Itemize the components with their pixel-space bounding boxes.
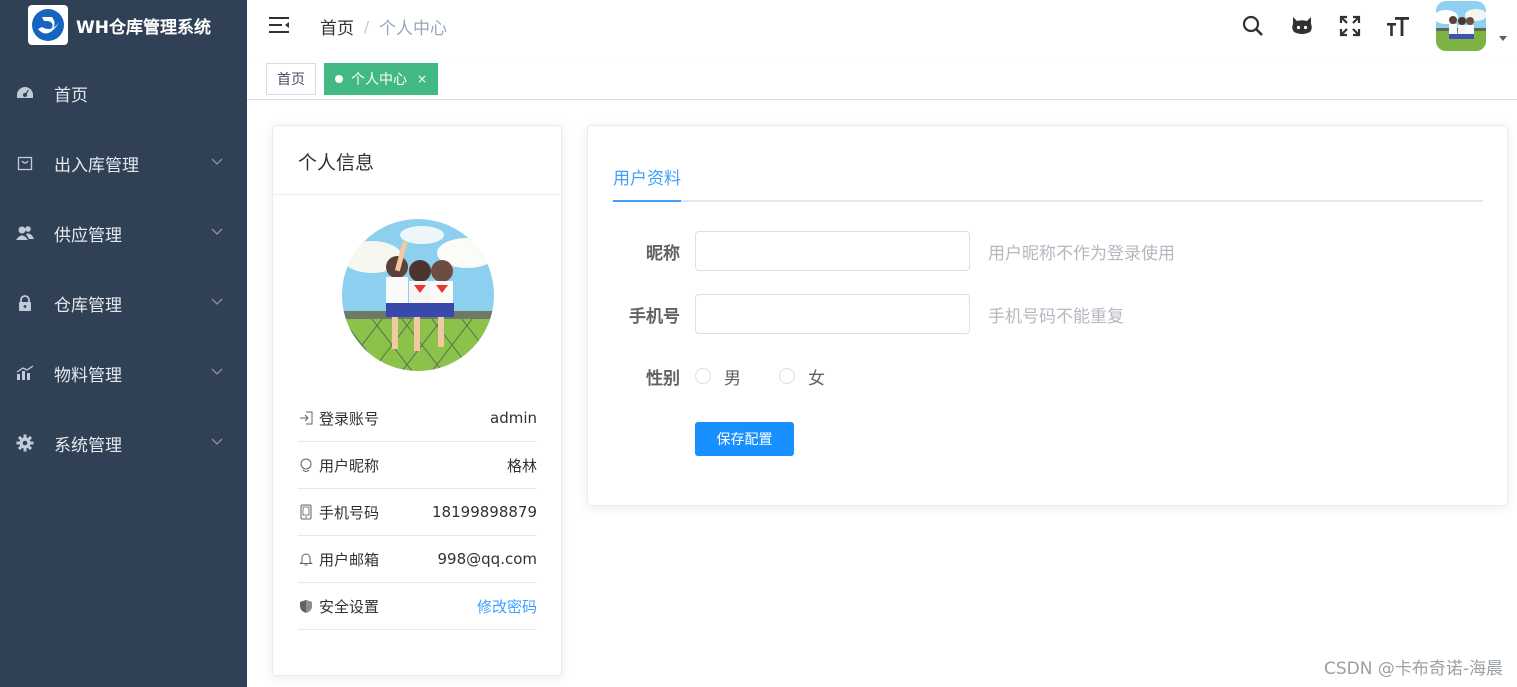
phone-icon: [298, 504, 314, 520]
chevron-down-icon: [211, 224, 223, 240]
gender-radio-female[interactable]: 女: [779, 364, 825, 389]
tag-label: 个人中心: [351, 72, 407, 88]
lock-icon: [16, 294, 34, 312]
logo[interactable]: WH仓库管理系统: [0, 0, 247, 50]
gender-label: 性别: [646, 368, 680, 389]
peoples-icon: [16, 224, 34, 242]
hamburger-icon[interactable]: [267, 13, 291, 37]
nickname-value: 格林: [506, 456, 537, 475]
chart-icon: [16, 364, 34, 382]
list-item: 用户邮箱 998@qq.com: [298, 536, 537, 583]
tag-home[interactable]: 首页: [266, 63, 316, 95]
sidebar: WH仓库管理系统 首页 出入库管理 供应管理 仓库管理 物料管理 系统管理: [0, 0, 247, 687]
info-label: 安全设置: [319, 597, 380, 616]
change-password-link[interactable]: 修改密码: [477, 596, 537, 617]
sidebar-item-supply[interactable]: 供应管理: [0, 198, 247, 268]
tag-label: 首页: [277, 72, 305, 88]
radio-circle[interactable]: [695, 368, 711, 384]
list-item: 手机号码 18199898879: [298, 489, 537, 536]
nickname-label: 昵称: [646, 243, 680, 264]
gender-radio-male[interactable]: 男: [695, 364, 741, 389]
breadcrumb: 首页 / 个人中心: [320, 14, 448, 40]
chevron-down-icon: [211, 434, 223, 450]
app-title: WH仓库管理系统: [76, 17, 211, 38]
shopping-bag-icon: [16, 154, 34, 172]
phone-value: 18199898879: [432, 503, 537, 521]
gear-icon: [16, 434, 34, 452]
watermark: CSDN @卡布奇诺-海晨: [1323, 659, 1503, 679]
list-item: 用户昵称 格林: [298, 442, 537, 489]
profile-card-title: 个人信息: [273, 126, 561, 195]
sidebar-item-system[interactable]: 系统管理: [0, 408, 247, 478]
radio-label: 男: [724, 368, 741, 389]
breadcrumb-home[interactable]: 首页: [320, 14, 354, 39]
info-label: 手机号码: [319, 503, 380, 522]
tab-user-profile[interactable]: 用户资料: [613, 164, 681, 202]
phone-hint: 手机号码不能重复: [988, 306, 1124, 327]
chevron-down-icon: [211, 294, 223, 310]
user-avatar[interactable]: [342, 219, 494, 371]
profile-card: 个人信息 登录账号 admin 用户昵称 格林 手机号码 18199898879…: [272, 125, 562, 676]
sidebar-menu: 首页 出入库管理 供应管理 仓库管理 物料管理 系统管理: [0, 58, 247, 478]
sidebar-item-home[interactable]: 首页: [0, 58, 247, 128]
nickname-hint: 用户昵称不作为登录使用: [988, 243, 1175, 264]
info-label: 用户邮箱: [319, 550, 380, 569]
list-item: 安全设置 修改密码: [298, 583, 537, 630]
search-icon[interactable]: [1240, 13, 1266, 39]
sidebar-item-label: 系统管理: [54, 435, 122, 456]
sidebar-item-label: 出入库管理: [54, 155, 139, 176]
login-icon: [298, 410, 314, 426]
info-label: 登录账号: [319, 409, 380, 428]
font-size-icon[interactable]: [1385, 13, 1411, 39]
navbar: 首页 / 个人中心: [247, 0, 1517, 51]
sidebar-item-material[interactable]: 物料管理: [0, 338, 247, 408]
close-icon[interactable]: ×: [417, 72, 427, 86]
sidebar-item-label: 首页: [54, 85, 88, 106]
nickname-input[interactable]: [695, 231, 970, 271]
fullscreen-icon[interactable]: [1337, 13, 1363, 39]
info-label: 用户昵称: [319, 456, 380, 475]
sidebar-item-label: 物料管理: [54, 365, 122, 386]
email-icon: [298, 551, 314, 567]
sidebar-item-label: 供应管理: [54, 225, 122, 246]
login-account-value: admin: [490, 409, 537, 427]
chevron-down-icon: [211, 154, 223, 170]
chevron-down-icon: [211, 364, 223, 380]
radio-label: 女: [808, 368, 825, 389]
active-dot-icon: [335, 75, 343, 83]
email-value: 998@qq.com: [437, 550, 537, 568]
radio-circle[interactable]: [779, 368, 795, 384]
dashboard-icon: [16, 84, 34, 102]
tags-view: 首页 个人中心 ×: [247, 58, 1517, 100]
phone-label: 手机号: [629, 306, 680, 327]
logo-icon: [28, 5, 68, 45]
main-content: 个人信息 登录账号 admin 用户昵称 格林 手机号码 18199898879…: [247, 100, 1517, 687]
phone-input[interactable]: [695, 294, 970, 334]
nickname-row: 昵称 用户昵称不作为登录使用: [613, 231, 1175, 271]
shield-icon: [298, 598, 314, 614]
save-button[interactable]: 保存配置: [695, 422, 794, 456]
sidebar-item-warehouse[interactable]: 仓库管理: [0, 268, 247, 338]
user-icon: [298, 457, 314, 473]
avatar[interactable]: [1436, 1, 1486, 51]
user-profile-form-card: 用户资料 昵称 用户昵称不作为登录使用 手机号 手机号码不能重复 性别 男 女 …: [587, 125, 1508, 506]
sidebar-item-inout[interactable]: 出入库管理: [0, 128, 247, 198]
profile-info-list: 登录账号 admin 用户昵称 格林 手机号码 18199898879 用户邮箱…: [298, 395, 537, 630]
caret-down-icon[interactable]: [1499, 36, 1507, 41]
tabs: 用户资料: [613, 156, 1483, 202]
tag-profile[interactable]: 个人中心 ×: [324, 63, 439, 95]
github-icon[interactable]: [1289, 13, 1315, 39]
breadcrumb-current: 个人中心: [379, 19, 448, 39]
list-item: 登录账号 admin: [298, 395, 537, 442]
sidebar-item-label: 仓库管理: [54, 295, 122, 316]
phone-row: 手机号 手机号码不能重复: [613, 294, 1124, 334]
breadcrumb-separator: /: [364, 17, 370, 36]
gender-row: 性别 男 女: [613, 356, 825, 396]
